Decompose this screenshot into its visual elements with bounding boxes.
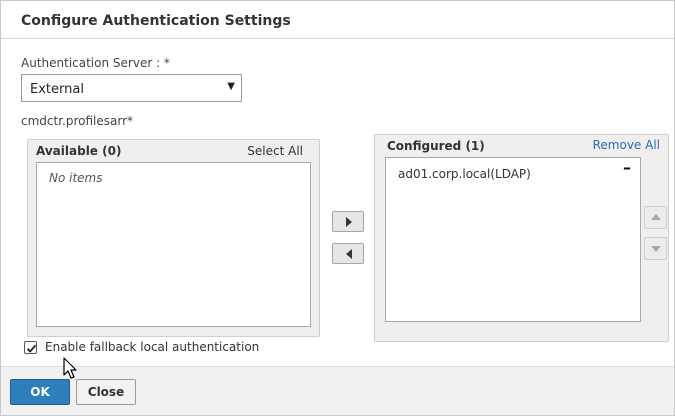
available-title: Available (0) bbox=[36, 144, 122, 158]
remove-icon[interactable]: – bbox=[620, 160, 634, 176]
arrow-up-icon bbox=[651, 214, 661, 220]
available-list[interactable]: No items bbox=[36, 162, 311, 327]
auth-server-label: Authentication Server : * bbox=[21, 56, 170, 70]
fallback-checkbox[interactable] bbox=[24, 341, 37, 354]
configure-auth-dialog: Configure Authentication Settings Authen… bbox=[0, 0, 675, 416]
auth-server-select[interactable]: External ▼ bbox=[21, 74, 242, 102]
mouse-cursor-icon bbox=[63, 357, 77, 379]
arrow-left-icon bbox=[346, 249, 352, 259]
checkmark-icon bbox=[26, 344, 37, 353]
arrow-right-icon bbox=[346, 217, 352, 227]
available-panel: Available (0) Select All No items bbox=[27, 139, 320, 337]
configured-panel: Configured (1) Remove All ad01.corp.loca… bbox=[374, 134, 669, 342]
move-up-button[interactable] bbox=[644, 206, 667, 229]
close-button[interactable]: Close bbox=[76, 379, 136, 405]
ok-button[interactable]: OK bbox=[10, 379, 70, 405]
dialog-footer: OK Close bbox=[1, 366, 674, 415]
move-right-button[interactable] bbox=[332, 211, 364, 232]
select-all-link[interactable]: Select All bbox=[247, 144, 303, 158]
list-item[interactable]: ad01.corp.local(LDAP) – bbox=[386, 158, 640, 188]
empty-list-text: No items bbox=[49, 171, 103, 185]
auth-server-selected-value: External bbox=[30, 82, 84, 97]
configured-list[interactable]: ad01.corp.local(LDAP) – bbox=[385, 157, 641, 322]
dialog-title: Configure Authentication Settings bbox=[21, 13, 291, 29]
move-down-button[interactable] bbox=[644, 237, 667, 260]
move-left-button[interactable] bbox=[332, 243, 364, 264]
profile-name-label: cmdctr.profilesarr* bbox=[21, 114, 134, 128]
remove-all-link[interactable]: Remove All bbox=[593, 138, 660, 152]
arrow-down-icon bbox=[651, 246, 661, 252]
configured-item-label: ad01.corp.local(LDAP) bbox=[398, 167, 531, 181]
configured-title: Configured (1) bbox=[387, 139, 485, 153]
fallback-label: Enable fallback local authentication bbox=[45, 340, 260, 354]
dropdown-arrow-icon: ▼ bbox=[227, 81, 235, 92]
dialog-header: Configure Authentication Settings bbox=[1, 1, 674, 39]
